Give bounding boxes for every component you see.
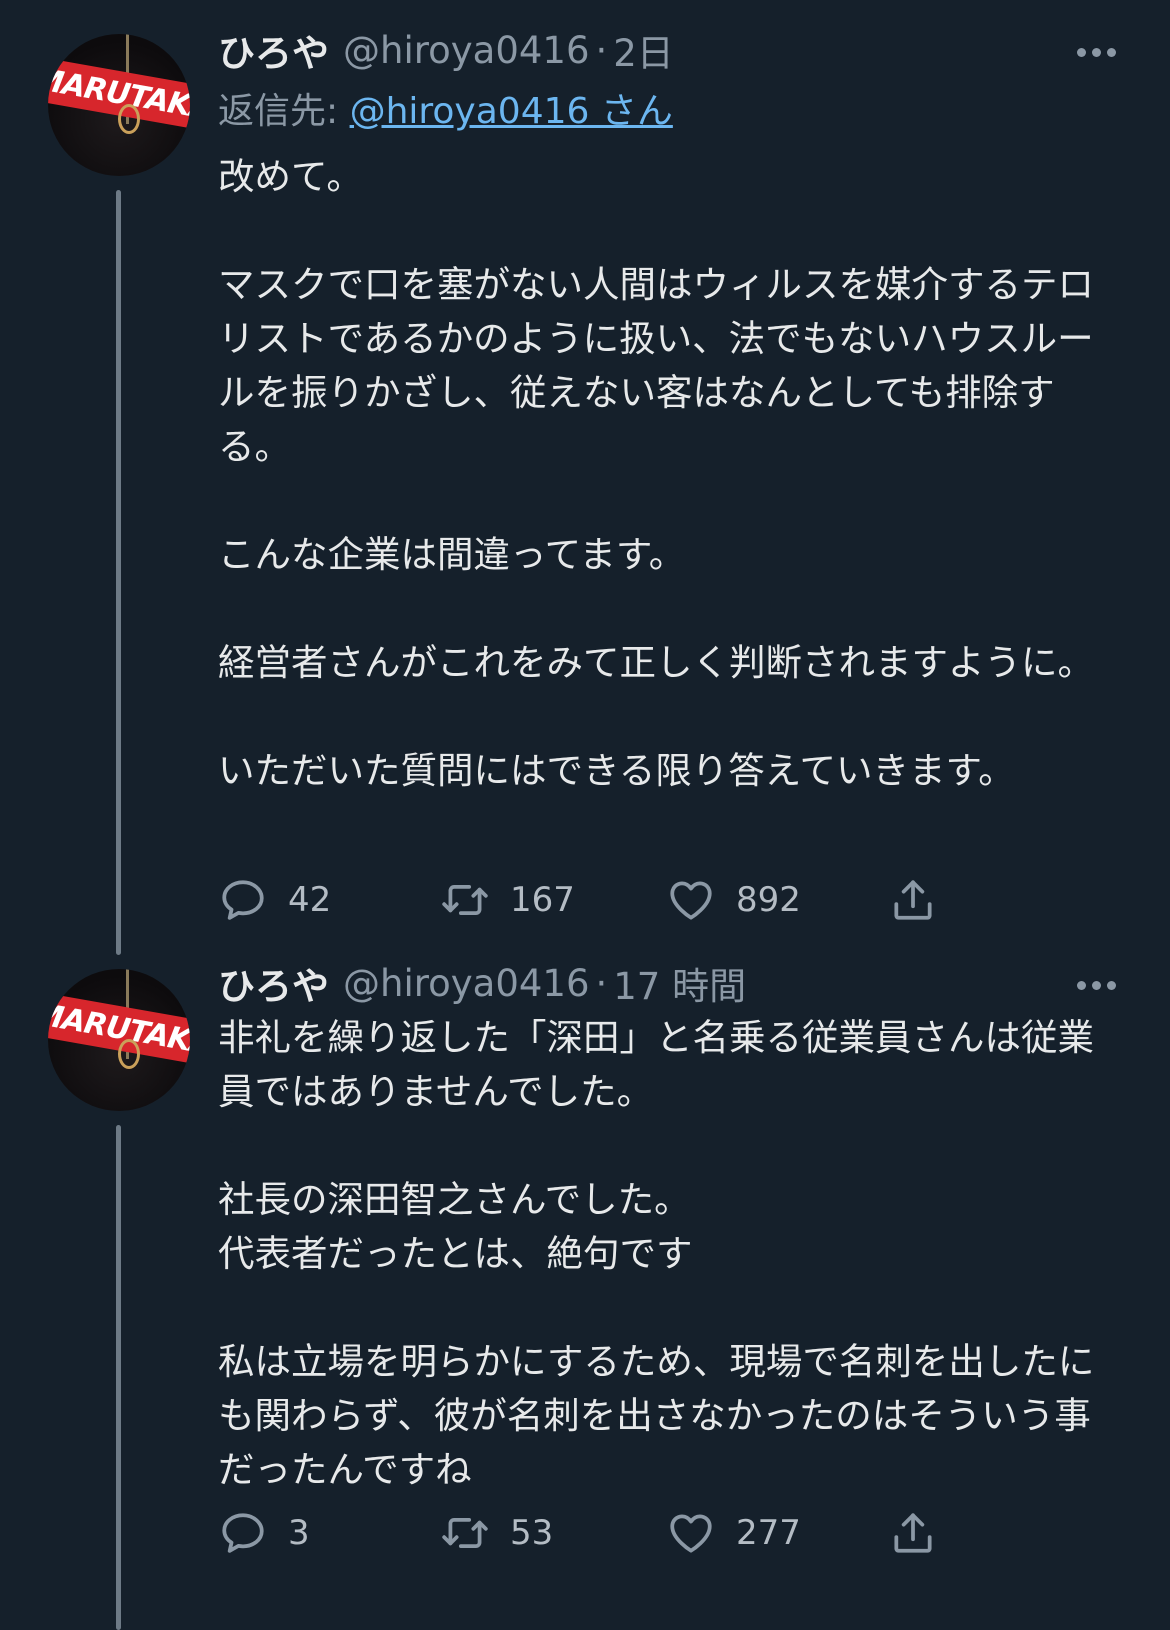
retweet-count: 53 bbox=[510, 1513, 554, 1553]
tweet-text: 改めて。 マスクで口を塞がない人間はウィルスを媒介するテロリストであるかのように… bbox=[218, 155, 1094, 792]
tweet-header: ひろや @hiroya0416 · 2日 bbox=[218, 20, 674, 80]
action-bar: 3 53 277 bbox=[218, 1503, 978, 1563]
speech-bubble-icon bbox=[222, 1513, 264, 1553]
avatar[interactable]: MARUTAKA bbox=[48, 969, 190, 1111]
avatar-ring bbox=[118, 1039, 140, 1069]
user-handle[interactable]: @hiroya0416 bbox=[343, 29, 590, 72]
more-dots-icon[interactable] bbox=[1077, 955, 1116, 1015]
reply-button[interactable]: 42 bbox=[218, 870, 331, 930]
more-dots-icon[interactable] bbox=[1077, 22, 1116, 82]
timestamp[interactable]: 17 時間 bbox=[613, 956, 746, 1010]
timestamp[interactable]: 2日 bbox=[613, 23, 674, 77]
like-count: 277 bbox=[736, 1513, 801, 1553]
like-count: 892 bbox=[736, 880, 801, 920]
retweet-arrows-icon bbox=[442, 1518, 488, 1548]
share-button[interactable] bbox=[888, 1503, 958, 1563]
retweet-arrows-icon bbox=[442, 885, 488, 915]
retweet-button[interactable]: 53 bbox=[440, 1503, 553, 1563]
tweet-header: ひろや @hiroya0416 · 17 時間 bbox=[218, 953, 746, 1013]
display-name[interactable]: ひろや bbox=[218, 23, 329, 77]
tweet-2[interactable]: MARUTAKA ひろや @hiroya0416 · 17 時間 非礼を繰り返し… bbox=[0, 962, 1170, 1630]
reply-prefix: 返信先: bbox=[218, 91, 350, 132]
share-upload-icon bbox=[894, 1513, 932, 1553]
heart-icon bbox=[670, 1514, 712, 1553]
thread-line bbox=[116, 1125, 121, 1630]
reply-button[interactable]: 3 bbox=[218, 1503, 310, 1563]
speech-bubble-icon bbox=[222, 880, 264, 920]
reply-count: 3 bbox=[288, 1513, 310, 1553]
user-handle[interactable]: @hiroya0416 bbox=[343, 962, 590, 1005]
action-bar: 42 167 892 bbox=[218, 870, 978, 930]
display-name[interactable]: ひろや bbox=[218, 956, 329, 1010]
reply-count: 42 bbox=[288, 880, 332, 920]
tweet-text: 非礼を繰り返した「深田」と名乗る従業員さんは従業員ではありませんでした。 社長の… bbox=[218, 1016, 1095, 1491]
avatar-ring bbox=[118, 104, 140, 134]
share-upload-icon bbox=[894, 880, 932, 920]
heart-icon bbox=[670, 881, 712, 920]
separator-dot: · bbox=[595, 28, 608, 72]
avatar[interactable]: MARUTAKA bbox=[48, 34, 190, 176]
share-button[interactable] bbox=[888, 870, 958, 930]
tweet-1[interactable]: MARUTAKA ひろや @hiroya0416 · 2日 返信先: @hiro… bbox=[0, 0, 1170, 960]
like-button[interactable]: 277 bbox=[666, 1503, 801, 1563]
replying-to: 返信先: @hiroya0416 さん bbox=[218, 82, 673, 134]
separator-dot: · bbox=[595, 961, 608, 1005]
like-button[interactable]: 892 bbox=[666, 870, 801, 930]
reply-to-handle-link[interactable]: @hiroya0416 さん bbox=[350, 91, 673, 132]
thread-line bbox=[116, 190, 121, 955]
retweet-count: 167 bbox=[510, 880, 575, 920]
retweet-button[interactable]: 167 bbox=[440, 870, 575, 930]
